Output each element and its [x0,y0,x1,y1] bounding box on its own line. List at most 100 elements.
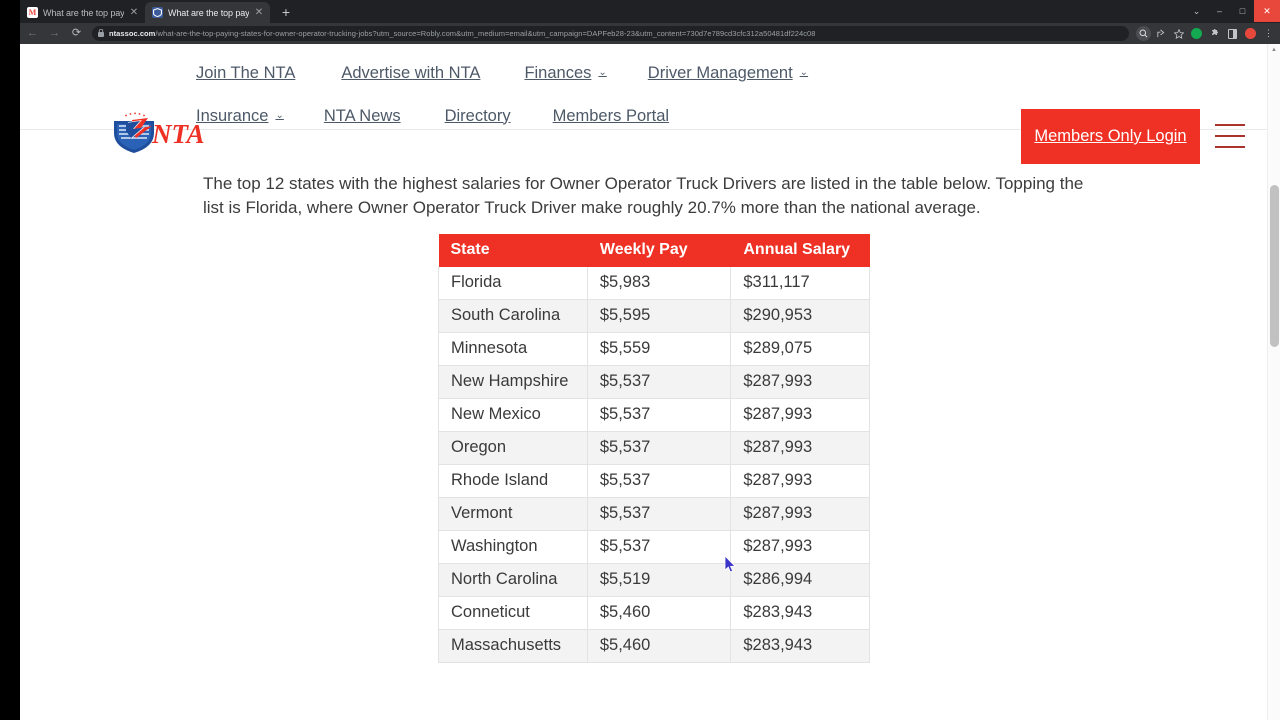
nav-label: Members Portal [552,106,670,125]
tab-title: What are the top paying states f [168,7,249,18]
nav-label: NTA News [323,106,401,125]
nav-label: Directory [444,106,511,125]
address-bar-text: ntassoc.com/what-are-the-top-paying-stat… [109,29,815,38]
toolbar-icon-group: ⋮ [1135,25,1280,42]
nav-item-advertise-with-nta[interactable]: Advertise with NTA [341,64,480,83]
nav-item-driver-management[interactable]: Driver Management ⌄ [648,64,808,83]
cell-weekly-pay: $5,559 [587,332,732,366]
tab-close-icon[interactable]: ✕ [253,7,265,19]
page-scrollbar[interactable]: ▲ [1267,44,1280,720]
nav-row-primary: Join The NTA Advertise with NTA Finances… [196,52,986,94]
cell-annual-salary: $287,993 [730,365,870,399]
cell-annual-salary: $283,943 [730,629,870,663]
nav-item-nta-news[interactable]: NTA News [324,107,401,126]
cell-annual-salary: $311,117 [730,267,870,300]
table-row: Florida $5,983 $311,117 [438,267,870,300]
table-header: State Weekly Pay Annual Salary [438,234,870,267]
hamburger-bar [1215,146,1245,148]
nav-label: Finances [524,63,592,82]
table-row: South Carolina $5,595 $290,953 [438,299,870,333]
new-tab-button[interactable]: + [275,2,297,22]
cell-weekly-pay: $5,460 [587,629,732,663]
cell-annual-salary: $286,994 [730,563,870,597]
cell-state: Rhode Island [438,464,588,498]
cell-weekly-pay: $5,537 [587,497,732,531]
nav-label: Advertise with NTA [341,63,481,82]
window-controls: ⌄ – □ ✕ [1185,0,1280,22]
cell-weekly-pay: $5,537 [587,398,732,432]
table-header-row: State Weekly Pay Annual Salary [438,234,870,267]
cell-annual-salary: $287,993 [730,398,870,432]
grammarly-extension-icon[interactable] [1188,25,1205,42]
nav-item-finances[interactable]: Finances ⌄ [524,64,606,83]
cell-annual-salary: $287,993 [730,530,870,564]
nav-item-join-the-nta[interactable]: Join The NTA [196,64,295,83]
nav-item-insurance[interactable]: Insurance ⌄ [196,107,284,126]
close-window-button[interactable]: ✕ [1254,0,1280,22]
cell-annual-salary: $290,953 [730,299,870,333]
browser-tab-2[interactable]: What are the top paying states f ✕ [145,2,270,23]
address-bar[interactable]: ntassoc.com/what-are-the-top-paying-stat… [92,26,1129,41]
back-icon[interactable]: ← [23,24,42,43]
scrollbar-up-arrow-icon[interactable]: ▲ [1271,47,1277,53]
profile-avatar-icon[interactable] [1242,25,1259,42]
zoom-search-icon[interactable] [1136,26,1151,41]
gmail-favicon-icon: M [27,7,38,18]
share-icon[interactable] [1152,25,1169,42]
nav-label: Driver Management [647,63,793,82]
tab-close-icon[interactable]: ✕ [128,7,140,19]
nav-item-directory[interactable]: Directory [445,107,511,126]
members-only-login-button[interactable]: Members Only Login [1021,109,1200,164]
tab-title: What are the top paying states f [43,7,124,18]
table-row: New Mexico $5,537 $287,993 [438,398,870,432]
cell-state: New Mexico [438,398,588,432]
table-row: Washington $5,537 $287,993 [438,530,870,564]
site-info-lock-icon[interactable] [98,28,104,39]
extensions-puzzle-icon[interactable] [1206,25,1223,42]
salary-table: State Weekly Pay Annual Salary Florida $5… [438,234,870,663]
cell-state: Oregon [438,431,588,465]
table-row: Conneticut $5,460 $283,943 [438,596,870,630]
chrome-menu-icon[interactable]: ⋮ [1260,25,1277,42]
browser-tab-1[interactable]: M What are the top paying states f ✕ [20,2,145,23]
cell-weekly-pay: $5,595 [587,299,732,333]
chevron-down-icon: ⌄ [598,67,607,78]
mouse-cursor [724,555,736,574]
tab-search-icon[interactable]: ⌄ [1185,0,1208,22]
table-row: Vermont $5,537 $287,993 [438,497,870,531]
chevron-down-icon: ⌄ [275,110,284,121]
hamburger-menu-icon[interactable] [1215,124,1245,148]
main-navigation: Join The NTA Advertise with NTA Finances… [196,52,986,138]
cell-state: Massachusetts [438,629,588,663]
cell-state: Conneticut [438,596,588,630]
forward-icon[interactable]: → [45,24,64,43]
table-row: North Carolina $5,519 $286,994 [438,563,870,597]
cell-weekly-pay: $5,537 [587,530,732,564]
cell-annual-salary: $289,075 [730,332,870,366]
minimize-button[interactable]: – [1208,0,1231,22]
site-header: NTA Join The NTA Advertise with NTA Fina… [20,44,1267,164]
hamburger-bar [1215,135,1245,137]
table-body: Florida $5,983 $311,117 South Carolina $5,59… [438,267,870,663]
nav-label: Join The NTA [196,63,296,82]
scrollbar-thumb[interactable] [1270,185,1279,347]
cell-state: North Carolina [438,563,588,597]
cell-state: Washington [438,530,588,564]
nav-item-members-portal[interactable]: Members Portal [553,107,669,126]
url-host: ntassoc.com [109,29,156,38]
intro-paragraph: The top 12 states with the highest salar… [203,174,1084,217]
nta-logo[interactable]: NTA [108,110,204,156]
nta-site-favicon-icon [152,7,163,18]
cell-state: South Carolina [438,299,588,333]
maximize-button[interactable]: □ [1231,0,1254,22]
cell-state: Minnesota [438,332,588,366]
chevron-down-icon: ⌄ [799,67,809,78]
browser-toolbar: ← → ⟳ ntassoc.com/what-are-the-top-payin… [20,23,1280,44]
cell-weekly-pay: $5,460 [587,596,732,630]
bookmark-star-icon[interactable] [1170,25,1187,42]
tab-strip: M What are the top paying states f ✕ Wha… [20,0,1280,23]
reload-icon[interactable]: ⟳ [67,24,86,43]
cell-state: Vermont [438,497,588,531]
cell-weekly-pay: $5,537 [587,365,732,399]
side-panel-icon[interactable] [1224,25,1241,42]
